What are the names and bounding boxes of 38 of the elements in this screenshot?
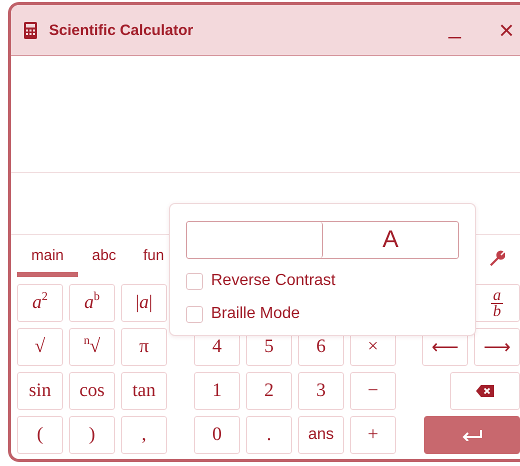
tab[interactable]: abc	[90, 235, 118, 277]
backspace-button[interactable]	[450, 372, 520, 410]
key[interactable]: |a|	[121, 284, 167, 322]
key[interactable]: ,	[121, 416, 167, 454]
fraction-key[interactable]: a b	[474, 284, 520, 322]
wrench-icon[interactable]	[489, 249, 505, 266]
key[interactable]: tan	[121, 372, 167, 410]
minimize-button[interactable]: _	[448, 14, 461, 40]
enter-button[interactable]	[424, 416, 520, 454]
key[interactable]: ⟶	[474, 328, 520, 366]
tab[interactable]: fun	[141, 235, 166, 277]
key[interactable]: ans	[298, 416, 344, 454]
backspace-icon	[476, 385, 494, 397]
key[interactable]: 0	[194, 416, 240, 454]
checkbox[interactable]	[186, 272, 203, 290]
key[interactable]: sin	[17, 372, 63, 410]
key[interactable]: .	[246, 416, 292, 454]
calculator-icon	[24, 22, 37, 38]
key[interactable]: −	[350, 372, 396, 410]
checkbox[interactable]	[186, 306, 203, 322]
key[interactable]: a$^{b}$	[69, 284, 115, 322]
key[interactable]: $^{n}$√	[69, 328, 115, 366]
option-label[interactable]: Braille Mode	[211, 305, 300, 323]
key[interactable]: 1	[194, 372, 240, 410]
key[interactable]: 3	[298, 372, 344, 410]
key[interactable]: a$^{2}$	[17, 284, 63, 322]
key[interactable]: +	[350, 416, 396, 454]
key[interactable]: (	[17, 416, 63, 454]
close-button[interactable]: ×	[498, 14, 514, 46]
enter-icon	[461, 429, 483, 441]
key[interactable]: √	[17, 328, 63, 366]
key[interactable]: π	[121, 328, 167, 366]
key[interactable]: 2	[246, 372, 292, 410]
key[interactable]: )	[69, 416, 115, 454]
key[interactable]: cos	[69, 372, 115, 410]
window-title: Scientific Calculator	[49, 22, 194, 38]
option-label[interactable]: Reverse Contrast	[211, 272, 336, 290]
tab[interactable]: main	[17, 235, 78, 277]
